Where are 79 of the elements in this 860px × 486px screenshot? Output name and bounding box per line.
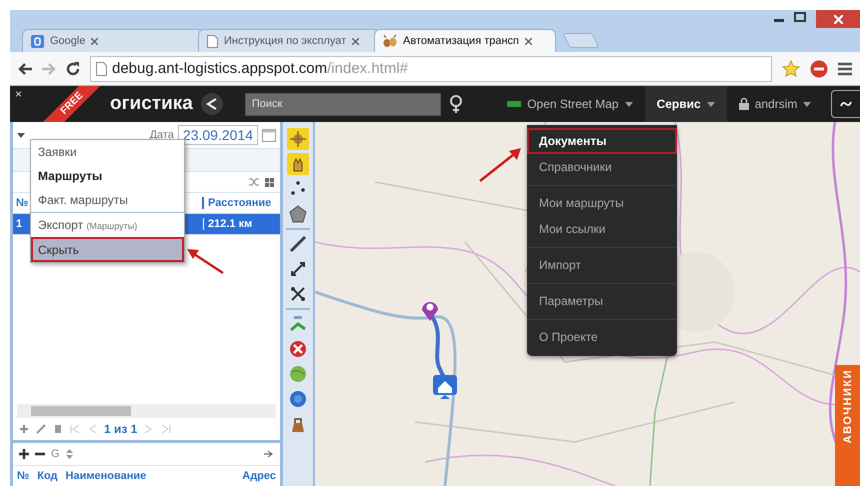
pencil-icon[interactable] [36,424,46,434]
annotation-arrow [185,247,225,275]
close-icon[interactable] [91,38,98,44]
shuffle-icon[interactable] [249,178,259,186]
page-icon [207,34,218,48]
address-field[interactable]: debug.ant-logistics.appspot.com/index.html# [90,56,772,82]
indicator-icon [507,101,522,107]
menu-item[interactable]: Маршруты [31,164,184,188]
column-header[interactable]: Наименование [66,470,234,482]
group-button[interactable]: G [51,448,60,460]
app-logo: огистика [110,93,193,115]
sort-icon[interactable] [66,449,73,459]
close-button[interactable] [816,10,860,28]
scissors-icon [289,285,307,303]
maximize-icon[interactable] [794,10,806,24]
column-header[interactable]: Расстояние [202,197,280,209]
stop-icon[interactable] [810,60,828,78]
polygon-icon [289,205,307,223]
tile-icon [31,34,44,48]
menu-item[interactable]: Мои ссылки [527,216,677,242]
plus-icon[interactable] [19,449,29,459]
wave-button[interactable] [831,90,860,118]
menu-item[interactable]: Справочники [527,154,677,180]
menu-item[interactable]: Факт. маршруты [31,188,184,212]
tool-button[interactable] [287,153,309,175]
dropdown-icon[interactable] [17,132,25,138]
lock-icon [738,98,749,110]
browser-tab[interactable]: Автоматизация трансп [374,29,556,52]
page-indicator: 1 из 1 [104,422,138,436]
grid-icon[interactable] [265,178,274,186]
table-cell: 212.1 км [203,218,280,230]
service-menu-button[interactable]: Сервис [644,86,727,122]
share-icon[interactable] [200,93,223,115]
page-icon [96,62,107,76]
calendar-icon[interactable] [262,128,276,142]
menu-item[interactable]: Мои маршруты [527,185,677,216]
menu-item[interactable]: Параметры [527,283,677,314]
close-icon[interactable] [352,38,360,44]
menu-item[interactable]: Документы [527,128,677,154]
move-icon [289,260,307,278]
delete-icon [289,340,307,358]
map-layer-menu[interactable]: Open Street Map [495,86,645,122]
menu-item[interactable]: Импорт [527,247,677,278]
table-cell-text: 1 [15,218,24,230]
menu-item[interactable]: О Проекте [527,319,677,350]
wave-icon [840,100,852,108]
globe-icon [289,365,307,383]
star-icon[interactable] [782,60,800,77]
back-icon[interactable] [18,62,32,74]
annotation-arrow [477,146,523,184]
scrollbar[interactable] [17,404,276,418]
search-field[interactable]: Поиск [244,92,442,116]
menu-item[interactable]: Скрыть [31,237,184,262]
user-menu[interactable]: andrsim [726,86,824,122]
tool-button[interactable] [287,338,309,360]
marker-icon [432,374,458,400]
caret-icon [803,102,812,106]
close-icon[interactable] [525,38,532,44]
menu-icon[interactable] [838,62,852,76]
tool-button[interactable] [287,203,309,225]
column-header[interactable]: Адрес [242,470,276,482]
target-icon [289,130,307,148]
caret-icon [624,102,633,106]
trash-icon[interactable] [53,424,63,434]
reload-icon[interactable] [66,62,80,76]
route-icon [289,315,307,333]
column-header[interactable]: № [13,197,34,209]
tool-button[interactable] [287,233,309,255]
close-icon[interactable]: × [15,87,22,101]
column-header[interactable]: Код [37,470,58,482]
side-tab[interactable]: АВОЧНИКИ [835,365,860,486]
date-field[interactable]: 23.09.2014 [178,125,258,145]
column-header[interactable]: № [17,470,30,482]
pen-icon [289,235,307,253]
close-icon [834,14,842,24]
points-icon [289,180,307,198]
caret-icon [706,102,715,106]
help-icon [289,390,307,408]
date-label: Дата [150,129,174,141]
